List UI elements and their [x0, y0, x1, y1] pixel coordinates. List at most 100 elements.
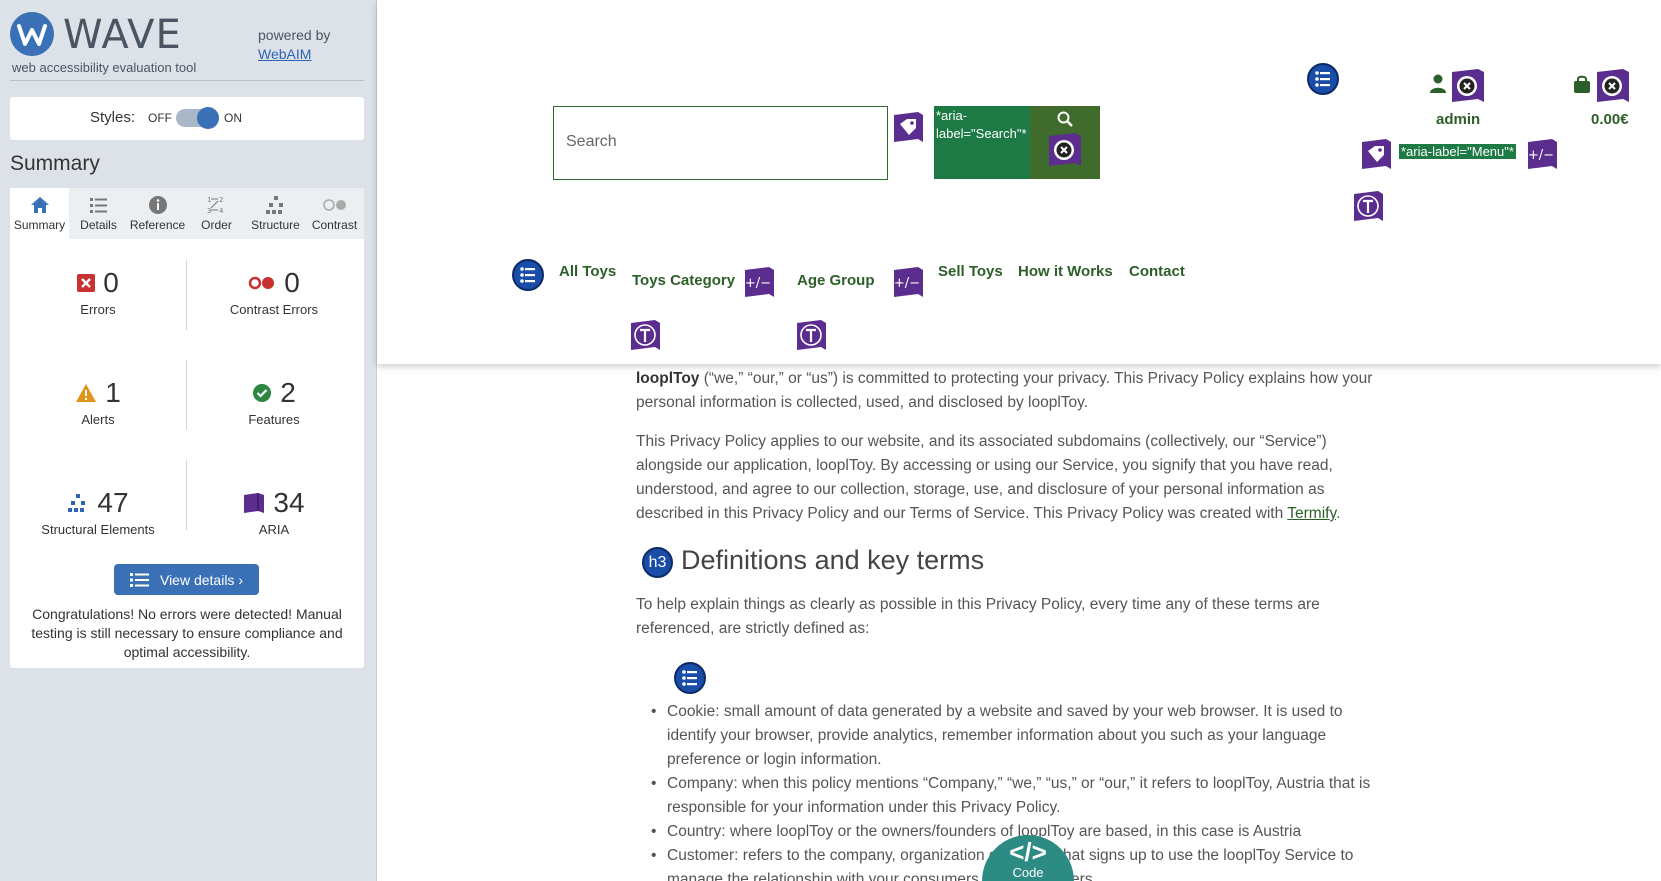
account-label[interactable]: admin: [1436, 111, 1480, 128]
shopping-bag-icon[interactable]: [1573, 75, 1591, 94]
view-details-button[interactable]: View details ›: [114, 564, 259, 595]
section-heading: Definitions and key terms: [681, 545, 985, 575]
tab-reference[interactable]: Reference: [128, 188, 187, 239]
wave-sidebar: WAVE web accessibility evaluation tool p…: [0, 0, 377, 881]
styles-off-label: OFF: [148, 111, 172, 125]
scope-end: .: [1336, 505, 1341, 522]
styles-on-label: ON: [224, 111, 242, 125]
wave-tabs: Summary Details Reference 1234 Order Str…: [10, 188, 364, 239]
list-badge-icon[interactable]: [1307, 63, 1339, 95]
code-label: Code: [1012, 865, 1044, 880]
list-item: Company: when this policy mentions “Comp…: [651, 772, 1387, 820]
errors-label: Errors: [80, 302, 116, 317]
tab-order[interactable]: 1234 Order: [187, 188, 246, 239]
nav-toys-category[interactable]: Toys Category: [632, 272, 735, 289]
search-input[interactable]: [554, 107, 854, 177]
nav-how-it-works[interactable]: How it Works: [1018, 263, 1113, 280]
structure-icon: [68, 494, 86, 512]
aria-label-menu: *aria-label="Menu"*: [1399, 144, 1516, 159]
tab-details[interactable]: Details: [69, 188, 128, 239]
error-icon: [77, 274, 96, 292]
error-badge-icon[interactable]: [1450, 68, 1486, 104]
scope-text: This Privacy Policy applies to our websi…: [636, 433, 1333, 522]
tab-label: Details: [80, 218, 117, 232]
styles-toggle[interactable]: [176, 107, 219, 129]
alerts-count: 1: [105, 377, 121, 408]
termify-link[interactable]: Termify: [1287, 505, 1336, 522]
svg-text:1: 1: [207, 196, 211, 204]
tab-summary[interactable]: Summary: [10, 188, 69, 239]
intro-paragraph: looplToy (“we,” “our,” or “us”) is commi…: [636, 367, 1376, 415]
plus-minus-icon[interactable]: +/−: [1526, 138, 1558, 170]
toggle-knob: [197, 107, 219, 129]
features-count: 2: [280, 377, 296, 408]
tab-structure[interactable]: Structure: [246, 188, 305, 239]
aria-count: 34: [273, 487, 305, 518]
stat-structural[interactable]: 47 Structural Elements: [18, 487, 178, 537]
tab-label: Reference: [129, 218, 186, 232]
list-badge-icon[interactable]: [512, 259, 544, 291]
tab-contrast[interactable]: Contrast: [305, 188, 364, 239]
svg-text:4: 4: [219, 207, 224, 215]
search-field[interactable]: [553, 106, 888, 180]
search-icon: [1057, 111, 1073, 127]
code-toggle-button[interactable]: </> Code: [982, 835, 1074, 881]
stat-contrast-errors[interactable]: 0 Contrast Errors: [194, 267, 354, 317]
list-item: Cookie: small amount of data generated b…: [651, 700, 1387, 772]
powered-by-text: powered by: [258, 27, 331, 43]
nav-all-toys[interactable]: All Toys: [559, 263, 616, 280]
svg-text:2: 2: [219, 196, 223, 204]
wave-title: WAVE: [63, 12, 182, 58]
svg-text:3: 3: [207, 207, 211, 215]
error-badge-icon[interactable]: [1595, 68, 1631, 104]
nav-age-group[interactable]: Age Group: [797, 272, 875, 289]
errors-count: 0: [103, 267, 119, 298]
styles-toggle-card: Styles: OFF ON: [10, 97, 364, 140]
tabindex-icon[interactable]: [629, 319, 661, 351]
svg-text:+/−: +/−: [894, 276, 920, 291]
wave-subtitle: web accessibility evaluation tool: [12, 60, 197, 75]
privacy-policy-content: looplToy (“we,” “our,” or “us”) is commi…: [377, 364, 1661, 881]
cart-total[interactable]: 0.00€: [1591, 111, 1629, 128]
stat-alerts[interactable]: 1 Alerts: [18, 377, 178, 427]
h3-badge-icon[interactable]: h3: [642, 547, 673, 578]
list-icon: [69, 194, 128, 216]
scope-paragraph: This Privacy Policy applies to our websi…: [636, 430, 1376, 526]
congrats-message: Congratulations! No errors were detected…: [31, 606, 343, 660]
divider: [186, 460, 187, 530]
stat-aria[interactable]: 34 ARIA: [194, 487, 354, 537]
summary-panel: Summary Details Reference 1234 Order Str…: [10, 188, 364, 668]
info-icon: [128, 194, 187, 216]
tabindex-icon[interactable]: [795, 319, 827, 351]
aria-label-tag-icon[interactable]: [1360, 138, 1392, 170]
aria-label-tag-icon[interactable]: [892, 111, 924, 143]
stat-errors[interactable]: 0 Errors: [18, 267, 178, 317]
code-icon: </>: [1009, 837, 1047, 867]
contrast-errors-count: 0: [284, 267, 300, 298]
site-header: *aria-label="Search"* admin 0.00€ *aria-…: [377, 0, 1661, 364]
nav-contact[interactable]: Contact: [1129, 263, 1185, 280]
feature-icon: [253, 384, 272, 402]
plus-minus-icon[interactable]: +/−: [892, 266, 924, 298]
aria-label: ARIA: [258, 522, 290, 537]
brand-name: looplToy: [636, 370, 700, 387]
wave-logo-icon: [10, 12, 54, 56]
search-button[interactable]: [1030, 106, 1100, 179]
plus-minus-icon[interactable]: +/−: [743, 266, 775, 298]
user-icon[interactable]: [1429, 74, 1447, 94]
summary-heading: Summary: [10, 152, 100, 175]
tab-label: Structure: [251, 218, 300, 232]
alert-icon: [76, 384, 97, 402]
stat-features[interactable]: 2 Features: [194, 377, 354, 427]
contrast-errors-label: Contrast Errors: [229, 302, 319, 317]
tab-label: Summary: [13, 218, 66, 232]
view-details-label: View details ›: [159, 571, 243, 588]
tab-label: Contrast: [311, 218, 358, 232]
home-icon: [10, 194, 69, 216]
nav-sell-toys[interactable]: Sell Toys: [938, 263, 1003, 280]
tabindex-icon[interactable]: [1352, 190, 1384, 222]
list-badge-icon[interactable]: [674, 662, 706, 694]
aria-icon: [244, 493, 265, 513]
powered-by: powered by WebAIM: [258, 26, 330, 64]
webaim-link[interactable]: WebAIM: [258, 45, 330, 64]
